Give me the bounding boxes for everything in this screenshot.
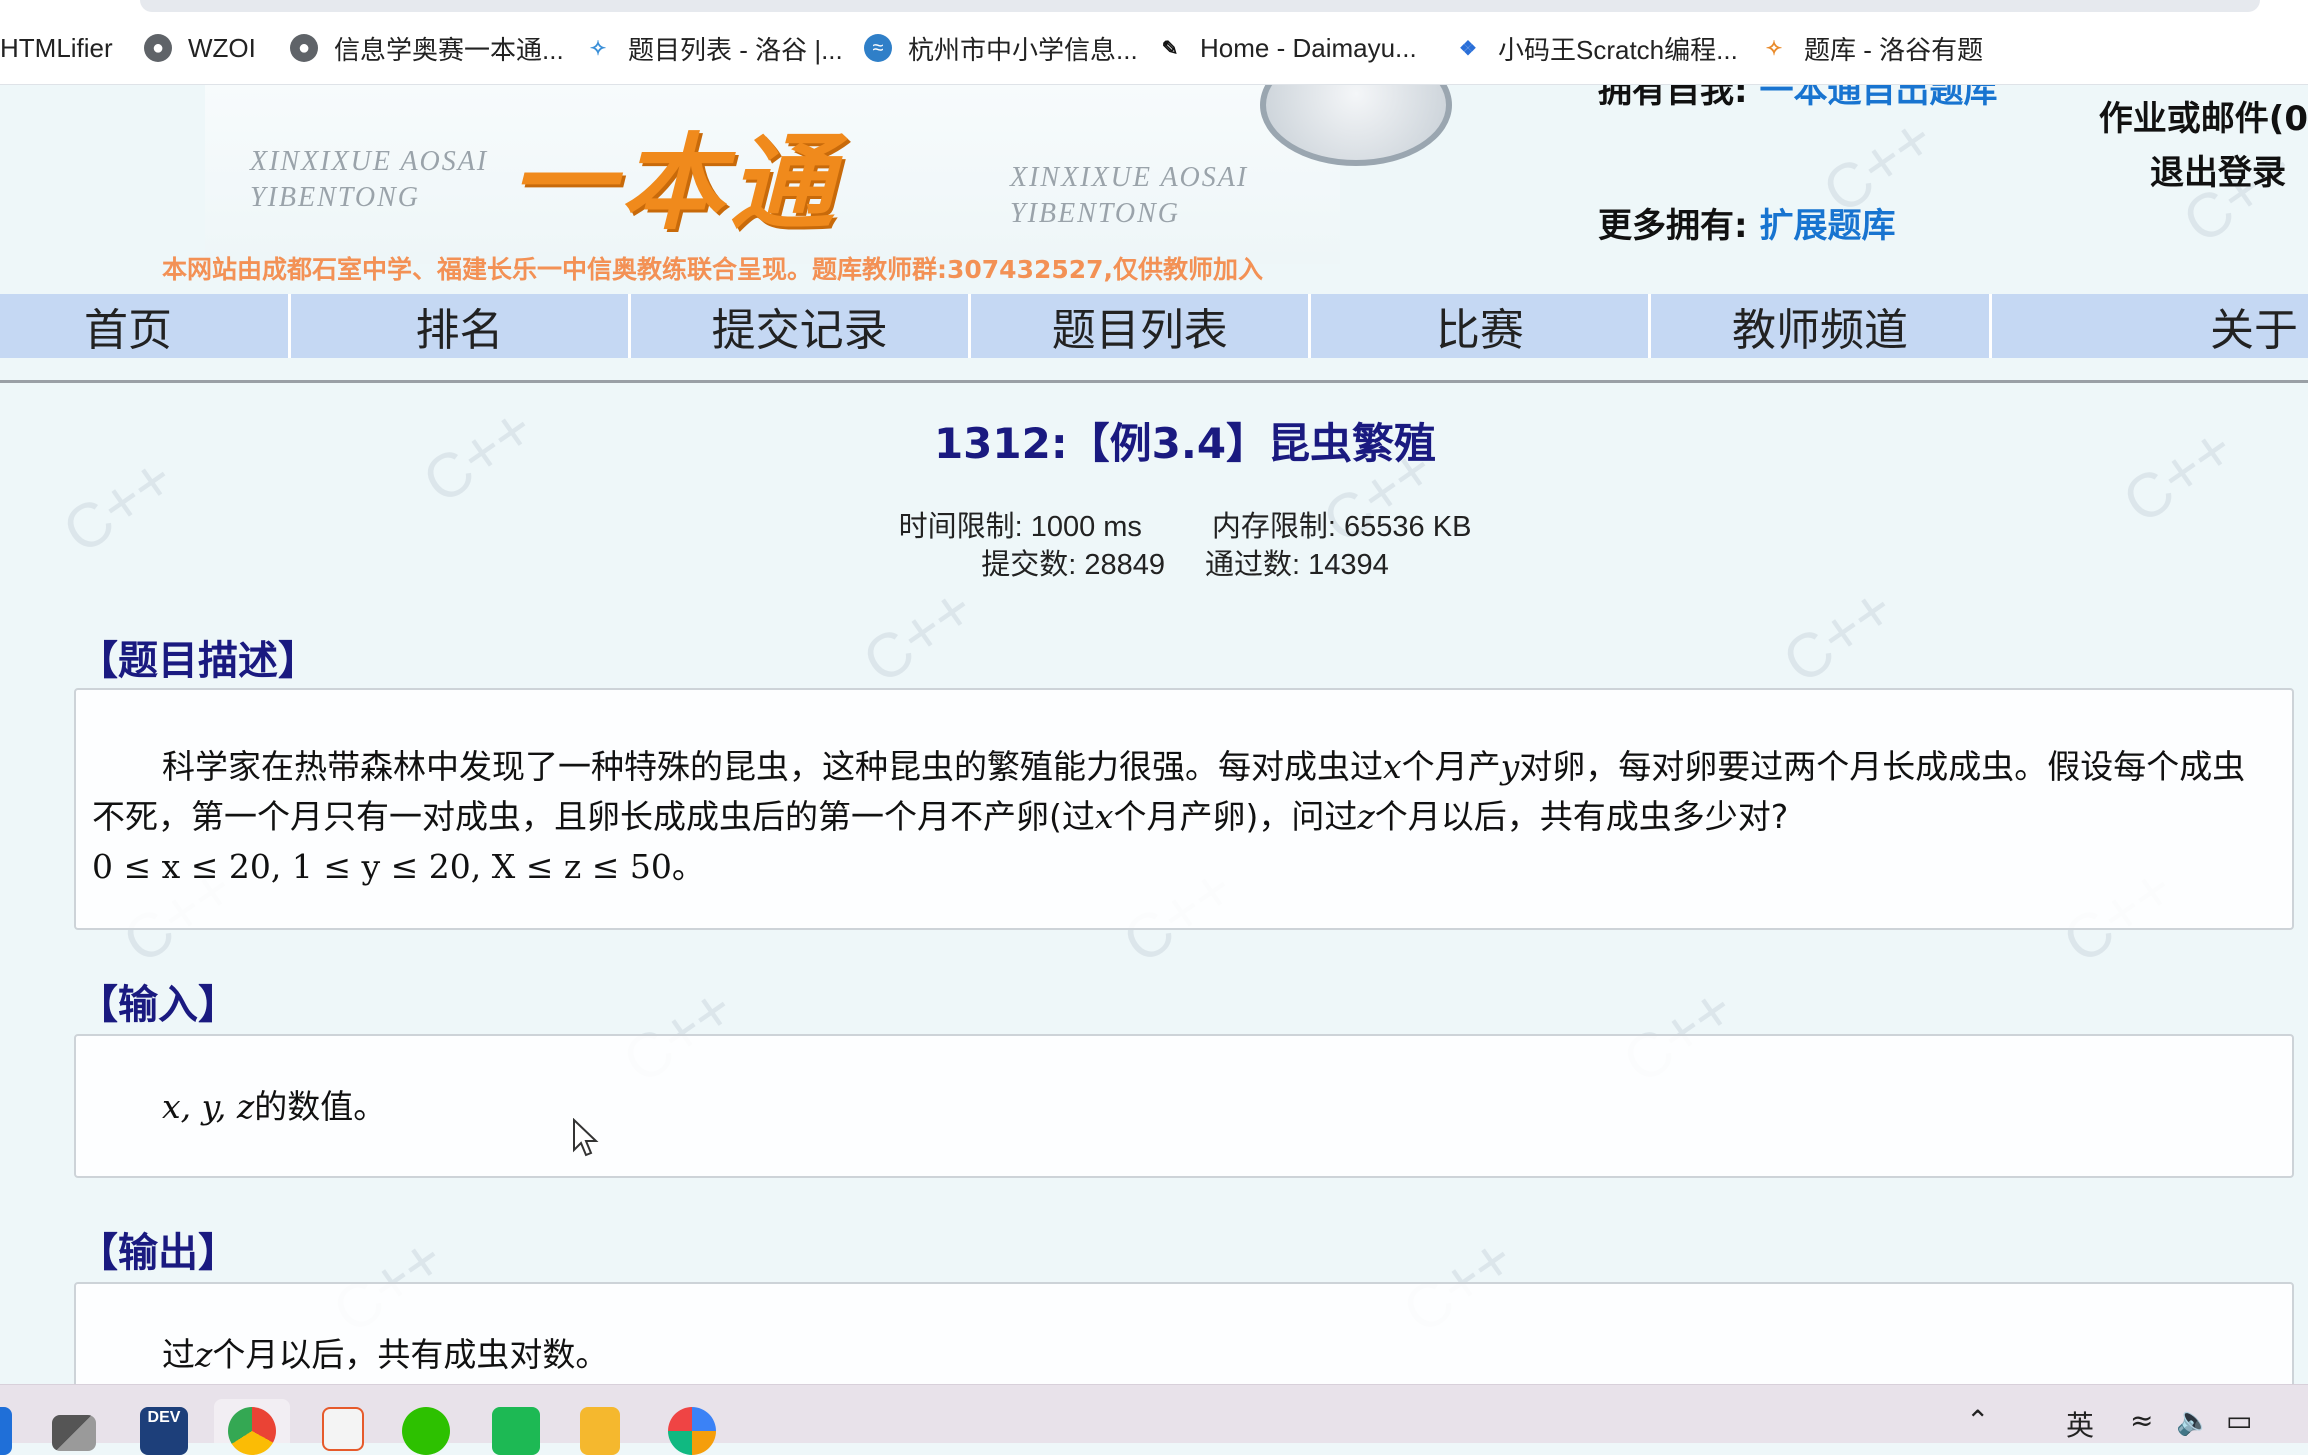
notes-icon[interactable] [580,1407,620,1455]
nav-contest[interactable]: 比赛 [1311,294,1652,358]
description-box: 科学家在热带森林中发现了一种特殊的昆虫，这种昆虫的繁殖能力很强。每对成虫过x个月… [74,688,2294,930]
logout-link[interactable]: 退出登录 [2099,146,2308,200]
battery-icon[interactable]: ▭ [2226,1404,2252,1437]
site-logo[interactable]: 一本通 [510,98,840,249]
output-box: 过z个月以后，共有成虫对数。 [74,1282,2294,1392]
output-text: 过z个月以后，共有成虫对数。 [162,1335,609,1374]
bookmark-hangzhou[interactable]: ≈ 杭州市中小学信息... [864,28,1138,68]
more-question-bank: 更多拥有: 扩展题库 [1598,198,1895,247]
nav-teacher-channel[interactable]: 教师频道 [1651,294,1992,358]
bookmark-yibentong[interactable]: ● 信息学奥赛一本通... [290,28,564,68]
more-label: 更多拥有: [1598,206,1748,246]
bookmark-label: WZOI [188,32,256,63]
input-text: x, y, z的数值。 [162,1087,387,1126]
bookmark-luogu-problems[interactable]: ✧ 题目列表 - 洛谷 |... [584,28,843,68]
problem-title: 1312:【例3.4】昆虫繁殖 [933,419,1437,468]
hangzhou-icon: ≈ [864,34,892,62]
homework-mail-link[interactable]: 作业或邮件(0 [2099,92,2308,146]
taskbar: DEV [0,1384,2308,1455]
bookmark-luogu-youti[interactable]: ✧ 题库 - 洛谷有题 [1760,28,1984,68]
bookmark-label: 小码王Scratch编程... [1498,34,1738,65]
accepted-count: 通过数: 14394 [1205,549,1389,581]
globe-icon: ● [144,34,172,62]
paint-icon[interactable] [668,1407,716,1455]
extended-bank-link[interactable]: 扩展题库 [1759,206,1895,246]
input-heading: 【输入】 [78,982,238,1028]
input-box: x, y, z的数值。 [74,1034,2294,1178]
chrome-icon[interactable] [228,1407,276,1455]
time-limit: 时间限制: 1000 ms [898,511,1142,543]
task-view-icon[interactable] [52,1415,96,1451]
slides-icon[interactable] [322,1407,364,1451]
globe-icon: ● [290,34,318,62]
bookmark-wzoi[interactable]: ● WZOI [144,28,256,68]
dev-cpp-icon[interactable]: DEV [140,1407,188,1455]
site-header: XINXIXUE AOSAI YIBENTONG 一本通 XINXIXUE AOS… [0,44,2308,294]
bookmarks-bar: HTMLifier ● WZOI ● 信息学奥赛一本通... ✧ 题目列表 - … [0,0,2308,85]
nav-submissions[interactable]: 提交记录 [631,294,972,358]
address-bar-strip [140,0,2260,12]
banner-pinyin-right: XINXIXUE AOSAI YIBENTONG [1010,162,1249,229]
start-icon[interactable] [0,1407,12,1455]
bookmark-htmlifier[interactable]: HTMLifier [0,28,113,68]
constraint-formula: 0 ≤ x ≤ 20, 1 ≤ y ≤ 20, X ≤ z ≤ 50。 [92,847,705,886]
xiaomawang-icon: ❖ [1459,37,1477,60]
nav-home[interactable]: 首页 [0,294,291,358]
luogu-icon: ✧ [589,37,607,60]
input-language[interactable]: 英 [2066,1404,2094,1444]
nav-about[interactable]: 关于 [1992,294,2308,358]
nav-ranking[interactable]: 排名 [291,294,632,358]
bookmark-label: 信息学奥赛一本通... [334,34,564,65]
submission-count: 提交数: 28849 [981,549,1165,581]
description-text: 科学家在热带森林中发现了一种特殊的昆虫，这种昆虫的繁殖能力很强。每对成虫过x个月… [92,747,2246,836]
banner-image: XINXIXUE AOSAI YIBENTONG 一本通 XINXIXUE AOS… [205,44,1452,264]
banner-pinyin-left: XINXIXUE AOSAI YIBENTONG [250,146,489,213]
nav-problem-list[interactable]: 题目列表 [971,294,1312,358]
memory-limit: 内存限制: 65536 KB [1211,511,1472,543]
luogu-icon: ✧ [1765,37,1783,60]
bookmark-label: 题目列表 - 洛谷 |... [628,34,843,65]
daimayu-icon: ✎ [1161,37,1179,60]
bookmark-label: 题库 - 洛谷有题 [1804,34,1984,65]
bookmark-label: Home - Daimayu... [1200,32,1417,63]
description-heading: 【题目描述】 [78,638,318,684]
site-notice: 本网站由成都石室中学、福建长乐一中信奥教练联合呈现。题库教师群:30743252… [162,255,1264,284]
wifi-icon[interactable]: ≈ [2130,1404,2153,1437]
volume-icon[interactable]: 🔈 [2176,1404,2211,1437]
problem-meta: 时间限制: 1000 ms 内存限制: 65536 KB 提交数: 28849 通过… [0,508,2308,584]
scratch-icon[interactable] [492,1407,540,1455]
output-heading: 【输出】 [78,1230,238,1276]
bookmark-daimayu[interactable]: ✎ Home - Daimayu... [1156,28,1417,68]
bookmark-label: HTMLifier [0,32,113,63]
main-nav: 首页 排名 提交记录 题目列表 比赛 教师频道 关于 [0,294,2308,358]
bookmark-xiaomawang[interactable]: ❖ 小码王Scratch编程... [1454,28,1738,68]
chevron-up-icon[interactable]: ⌃ [1966,1404,1989,1437]
nav-divider [0,380,2308,383]
bookmark-label: 杭州市中小学信息... [908,34,1138,65]
user-box: 作业或邮件(0 退出登录 [2099,92,2308,200]
wechat-icon[interactable] [402,1407,450,1455]
